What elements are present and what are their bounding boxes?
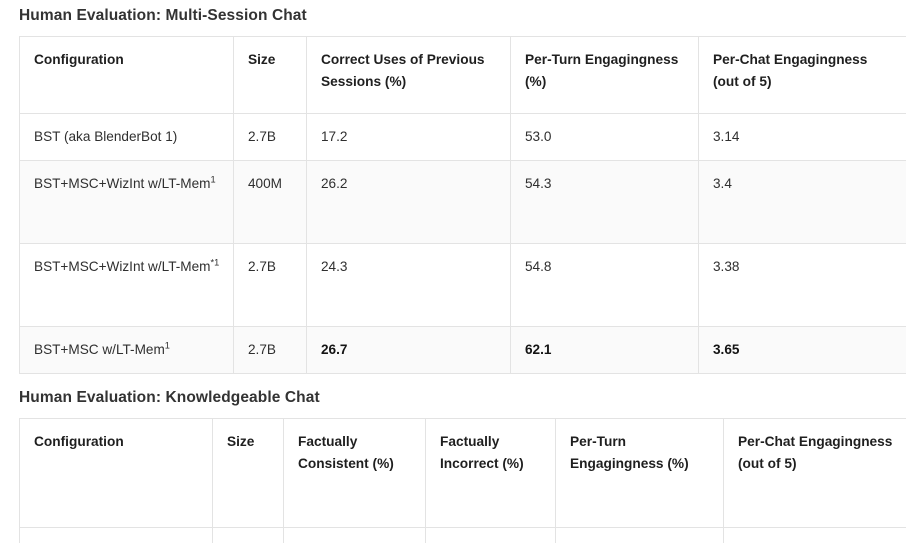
- table-header-row: Configuration Size Factually Consistent …: [19, 417, 906, 528]
- config-superscript: *1: [210, 257, 220, 268]
- column-header-per-turn-engagingness: Per-Turn Engagingness (%): [510, 35, 699, 114]
- table-row: BST+MSC+WizInt w/LT-Mem*1 2.7B 24.3 54.8…: [19, 242, 906, 327]
- cell-size: 400M: [233, 159, 307, 244]
- column-header-factually-consistent: Factually Consistent (%): [283, 417, 426, 528]
- column-header-size: Size: [212, 417, 284, 528]
- page-subtitle: Human Evaluation: Knowledgeable Chat: [19, 388, 320, 406]
- cell-per-chat-engagingness: 3.4: [698, 159, 906, 244]
- cell-per-chat-engagingness: 3.65: [698, 325, 906, 374]
- config-superscript: 1: [164, 340, 170, 351]
- table-body: BST (aka BlenderBot 1) 2.7B 75.5 9.1 78.…: [19, 526, 906, 543]
- cell-configuration: BST+MSC+WizInt w/LT-Mem*1: [19, 242, 234, 327]
- table-header: Configuration Size Correct Uses of Previ…: [19, 35, 906, 114]
- cell-per-turn-engagingness: 53.0: [510, 112, 699, 161]
- multi-session-table-wrapper: Configuration Size Correct Uses of Previ…: [19, 35, 906, 374]
- column-header-configuration: Configuration: [19, 35, 234, 114]
- column-header-per-turn-engagingness: Per-Turn Engagingness (%): [555, 417, 724, 528]
- cell-size: 2.7B: [212, 526, 284, 543]
- config-label: BST+MSC+WizInt w/LT-Mem: [34, 258, 211, 274]
- cell-configuration: BST+MSC+WizInt w/LT-Mem1: [19, 159, 234, 244]
- knowledgeable-table-wrapper: Configuration Size Factually Consistent …: [19, 417, 906, 543]
- cell-configuration: BST+MSC w/LT-Mem1: [19, 325, 234, 374]
- config-label: BST+MSC+WizInt w/LT-Mem: [34, 175, 211, 191]
- column-header-correct-uses: Correct Uses of Previous Sessions (%): [306, 35, 511, 114]
- cell-size: 2.7B: [233, 325, 307, 374]
- cell-per-chat-engagingness: 4.08: [723, 526, 906, 543]
- column-header-factually-incorrect: Factually Incorrect (%): [425, 417, 556, 528]
- cell-correct-uses: 26.2: [306, 159, 511, 244]
- cell-per-turn-engagingness: 62.1: [510, 325, 699, 374]
- table-row: BST (aka BlenderBot 1) 2.7B 17.2 53.0 3.…: [19, 112, 906, 161]
- page-title: Human Evaluation: Multi-Session Chat: [19, 7, 307, 24]
- section-knowledgeable-chat: Human Evaluation: Knowledgeable Chat Con…: [0, 374, 919, 543]
- column-header-per-chat-engagingness: Per-Chat Engagingness (out of 5): [723, 417, 906, 528]
- cell-per-turn-engagingness: 54.8: [510, 242, 699, 327]
- cell-correct-uses: 26.7: [306, 325, 511, 374]
- config-superscript: 1: [210, 174, 216, 185]
- table-row: BST+MSC w/LT-Mem1 2.7B 26.7 62.1 3.65: [19, 325, 906, 374]
- table-row: BST (aka BlenderBot 1) 2.7B 75.5 9.1 78.…: [19, 526, 906, 543]
- cell-configuration: BST (aka BlenderBot 1): [19, 526, 213, 543]
- table-row: BST+MSC+WizInt w/LT-Mem1 400M 26.2 54.3 …: [19, 159, 906, 244]
- cell-per-turn-engagingness: 54.3: [510, 159, 699, 244]
- table-body: BST (aka BlenderBot 1) 2.7B 17.2 53.0 3.…: [19, 112, 906, 374]
- cell-configuration: BST (aka BlenderBot 1): [19, 112, 234, 161]
- config-label: BST+MSC w/LT-Mem: [34, 341, 165, 357]
- cell-correct-uses: 17.2: [306, 112, 511, 161]
- cell-factually-consistent: 75.5: [283, 526, 426, 543]
- knowledgeable-chat-table: Configuration Size Factually Consistent …: [19, 417, 906, 543]
- cell-per-chat-engagingness: 3.38: [698, 242, 906, 327]
- cell-per-turn-engagingness: 78.7: [555, 526, 724, 543]
- config-label: BST (aka BlenderBot 1): [34, 128, 178, 144]
- cell-size: 2.7B: [233, 112, 307, 161]
- table-header-row: Configuration Size Correct Uses of Previ…: [19, 35, 906, 114]
- multi-session-chat-table: Configuration Size Correct Uses of Previ…: [19, 35, 906, 374]
- column-header-size: Size: [233, 35, 307, 114]
- section-multi-session-chat: Human Evaluation: Multi-Session Chat Con…: [0, 0, 919, 374]
- table-header: Configuration Size Factually Consistent …: [19, 417, 906, 528]
- page-root: Human Evaluation: Multi-Session Chat Con…: [0, 0, 919, 543]
- cell-correct-uses: 24.3: [306, 242, 511, 327]
- column-header-per-chat-engagingness: Per-Chat Engagingness (out of 5): [698, 35, 906, 114]
- column-header-configuration: Configuration: [19, 417, 213, 528]
- cell-factually-incorrect: 9.1: [425, 526, 556, 543]
- cell-per-chat-engagingness: 3.14: [698, 112, 906, 161]
- cell-size: 2.7B: [233, 242, 307, 327]
